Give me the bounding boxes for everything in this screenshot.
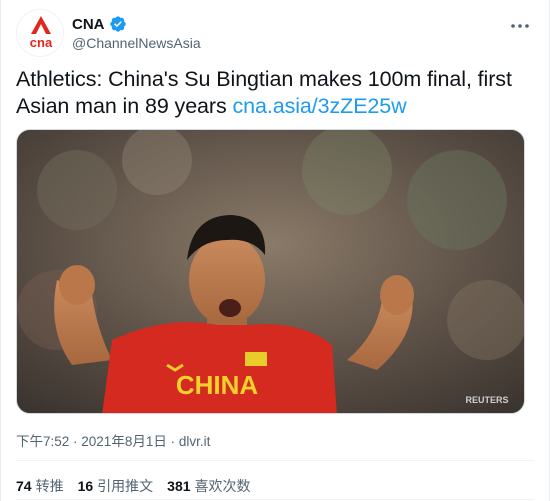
tweet-link[interactable]: cna.asia/3zZE25w: [233, 94, 407, 118]
tweet-meta: 下午7:52 · 2021年8月1日 · dlvr.it: [16, 430, 210, 450]
photo-watermark: REUTERS: [465, 395, 508, 405]
quotes-label: 引用推文: [97, 478, 154, 494]
quotes-count: 16: [77, 478, 94, 494]
likes-count: 381: [167, 478, 191, 494]
tweet-source[interactable]: dlvr.it: [179, 434, 211, 449]
tweet-stats: 74 转推 16 引用推文 381 喜欢次数: [16, 476, 251, 496]
handle[interactable]: @ChannelNewsAsia: [72, 35, 201, 51]
cna-logo-icon: cna: [17, 10, 63, 56]
divider: [16, 460, 534, 461]
photo-sprinter-icon: CHINA REUTERS: [17, 130, 524, 413]
likes-label: 喜欢次数: [194, 478, 251, 494]
meta-separator-2: ·: [166, 434, 179, 449]
retweets-stat[interactable]: 74 转推: [16, 476, 64, 496]
quotes-stat[interactable]: 16 引用推文: [78, 476, 154, 496]
tweet-date[interactable]: 2021年8月1日: [81, 434, 167, 449]
avatar[interactable]: cna: [16, 9, 64, 57]
tweet-photo[interactable]: CHINA REUTERS: [16, 129, 525, 414]
retweets-label: 转推: [35, 478, 64, 494]
meta-separator: ·: [69, 434, 82, 449]
tweet-header: cna CNA @ChannelNewsAsia: [16, 8, 536, 57]
tweet-time[interactable]: 下午7:52: [16, 434, 69, 449]
jersey-text: CHINA: [176, 370, 259, 400]
retweets-count: 74: [16, 478, 32, 494]
logo-text: cna: [30, 35, 53, 50]
tweet-card: cna CNA @ChannelNewsAsia Athletics: Chin…: [0, 0, 550, 501]
display-name[interactable]: CNA: [72, 16, 105, 33]
verified-badge-icon: [109, 16, 126, 32]
name-row: CNA: [72, 14, 127, 34]
likes-stat[interactable]: 381 喜欢次数: [167, 476, 250, 496]
divider-bottom: [16, 499, 534, 500]
tweet-text: Athletics: China's Su Bingtian makes 100…: [16, 66, 526, 120]
more-horizontal-icon[interactable]: [508, 14, 532, 38]
